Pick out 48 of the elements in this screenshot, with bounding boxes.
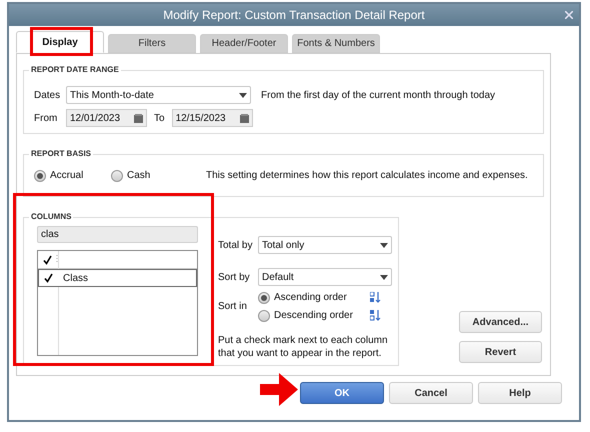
radio-label[interactable]: Descending order <box>274 308 366 323</box>
field-label: Total by <box>218 238 254 252</box>
list-row[interactable]: Class <box>38 269 197 287</box>
dates-dropdown[interactable]: This Month-to-date <box>66 86 251 104</box>
close-icon[interactable] <box>565 11 573 19</box>
sort-by-dropdown[interactable]: Default <box>258 268 392 286</box>
dialog-button[interactable]: Help <box>478 382 562 404</box>
search-field[interactable]: clas <box>37 226 198 243</box>
dialog-button[interactable]: OK <box>300 382 384 404</box>
tab[interactable]: Filters <box>108 34 196 53</box>
radio-button[interactable] <box>34 170 46 182</box>
window-title: Modify Report: Custom Transaction Detail Report <box>162 7 426 24</box>
tab[interactable]: Header/Footer <box>200 34 288 53</box>
radio-button[interactable] <box>258 292 270 304</box>
highlight-frame <box>30 27 93 56</box>
tab[interactable]: Fonts & Numbers <box>292 34 380 53</box>
drag-handle-icon[interactable] <box>56 255 58 264</box>
date-field[interactable]: 12/15/2023 <box>172 109 253 127</box>
side-button[interactable]: Advanced... <box>459 311 542 333</box>
instruction-text: Put a check mark next to each column that you want to appear in the report. <box>218 334 388 360</box>
sort-descending-icon[interactable] <box>370 310 381 321</box>
date-field[interactable]: 12/01/2023 <box>66 109 147 127</box>
radio-button[interactable] <box>111 170 123 182</box>
field-label: To <box>154 112 165 126</box>
description-text: From the first day of the current month through today <box>261 88 496 102</box>
tab[interactable]: Display <box>16 31 104 53</box>
field-label: Dates <box>34 88 62 102</box>
total-by-dropdown[interactable]: Total only <box>258 236 392 254</box>
radio-label[interactable]: Cash <box>127 168 150 183</box>
field-label: Sort by <box>218 270 251 284</box>
arrow-icon <box>260 373 298 406</box>
calendar-icon[interactable] <box>134 114 143 122</box>
sort-ascending-icon[interactable] <box>370 292 381 303</box>
checkmark-icon[interactable] <box>43 254 52 264</box>
caret-icon <box>380 242 388 248</box>
caret-icon <box>380 274 388 280</box>
description-text: This setting determines how this report calculates income and expenses. <box>206 169 528 183</box>
dialog-button[interactable]: Cancel <box>389 382 473 404</box>
radio-label[interactable]: Accrual <box>50 168 84 183</box>
side-button[interactable]: Revert <box>459 341 542 363</box>
field-label: From <box>34 112 58 126</box>
caret-icon <box>239 92 247 98</box>
column-list[interactable]: Class <box>37 250 198 356</box>
checkmark-icon[interactable] <box>44 273 53 283</box>
radio-button[interactable] <box>258 310 270 322</box>
field-label: Sort in <box>218 300 248 314</box>
calendar-icon[interactable] <box>240 114 249 122</box>
radio-label[interactable]: Ascending order <box>274 290 366 305</box>
